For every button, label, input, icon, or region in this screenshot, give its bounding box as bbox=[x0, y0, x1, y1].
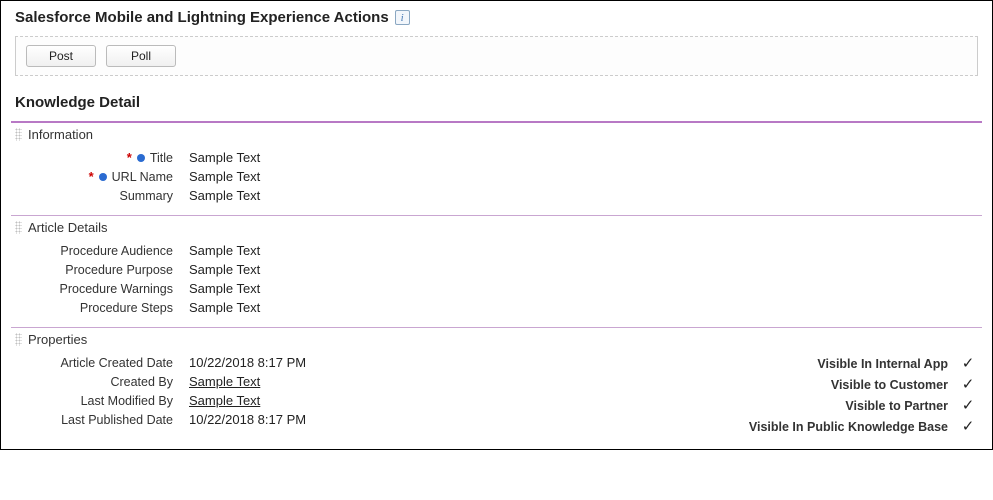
field-row: Article Created Date 10/22/2018 8:17 PM bbox=[1, 353, 728, 372]
properties-left-column: Article Created Date 10/22/2018 8:17 PM Cr… bbox=[1, 353, 728, 437]
field-label-text: Procedure Steps bbox=[80, 301, 173, 315]
field-label-text: Title bbox=[150, 151, 173, 165]
field-label: Procedure Warnings bbox=[15, 282, 183, 296]
properties-layout: Article Created Date 10/22/2018 8:17 PM Cr… bbox=[1, 353, 992, 437]
visible-public-kb-check-icon: ✓ bbox=[958, 419, 978, 434]
field-procedure-warnings: Sample Text bbox=[183, 281, 260, 296]
info-icon[interactable]: i bbox=[395, 10, 410, 25]
field-label: Procedure Purpose bbox=[15, 263, 183, 277]
post-button[interactable]: Post bbox=[26, 45, 96, 67]
field-label: Last Published Date bbox=[15, 413, 183, 427]
field-label: Summary bbox=[15, 189, 183, 203]
field-row: Procedure Warnings Sample Text bbox=[1, 279, 992, 298]
section-header-information: Information bbox=[1, 123, 992, 148]
actions-box: Post Poll bbox=[15, 36, 978, 76]
section-heading-text: Properties bbox=[28, 332, 87, 347]
field-row: Procedure Steps Sample Text bbox=[1, 298, 992, 317]
field-label-text: Created By bbox=[110, 375, 173, 389]
section-heading-text: Information bbox=[28, 127, 93, 142]
section-header-properties: Properties bbox=[1, 328, 992, 353]
article-details-fields: Procedure AudienceSample TextProcedure P… bbox=[1, 241, 992, 317]
visibility-row: Visible to Partner ✓ bbox=[728, 395, 978, 416]
field-label-text: Last Published Date bbox=[61, 413, 173, 427]
actions-title-row: Salesforce Mobile and Lightning Experien… bbox=[15, 9, 978, 26]
required-star-icon: * bbox=[127, 151, 132, 164]
field-article-created-date: 10/22/2018 8:17 PM bbox=[183, 355, 306, 370]
information-fields: *TitleSample Text*URL NameSample TextSum… bbox=[1, 148, 992, 205]
field-row: Procedure Purpose Sample Text bbox=[1, 260, 992, 279]
field-label-text: Article Created Date bbox=[60, 356, 173, 370]
field-label-text: Summary bbox=[120, 189, 173, 203]
field-procedure-audience: Sample Text bbox=[183, 243, 260, 258]
field-row: Summary Sample Text bbox=[1, 186, 992, 205]
field-label-text: Procedure Audience bbox=[60, 244, 173, 258]
field-label: Procedure Steps bbox=[15, 301, 183, 315]
field-label: Procedure Audience bbox=[15, 244, 183, 258]
grip-icon bbox=[15, 128, 22, 141]
visible-internal-app-check-icon: ✓ bbox=[958, 356, 978, 371]
field-label-text: Last Modified By bbox=[81, 394, 173, 408]
visible-customer-check-icon: ✓ bbox=[958, 377, 978, 392]
field-label: * Title bbox=[15, 151, 183, 165]
field-row: Last Modified By Sample Text bbox=[1, 391, 728, 410]
visible-internal-app-label: Visible In Internal App bbox=[728, 357, 948, 371]
field-url-name: Sample Text bbox=[183, 169, 260, 184]
field-title: Sample Text bbox=[183, 150, 260, 165]
field-last-published-date: 10/22/2018 8:17 PM bbox=[183, 412, 306, 427]
grip-icon bbox=[15, 333, 22, 346]
field-label: Article Created Date bbox=[15, 356, 183, 370]
field-label: Created By bbox=[15, 375, 183, 389]
actions-panel: Salesforce Mobile and Lightning Experien… bbox=[1, 9, 992, 76]
field-indicator-icon bbox=[99, 173, 107, 181]
visibility-row: Visible In Internal App ✓ bbox=[728, 353, 978, 374]
visible-partner-check-icon: ✓ bbox=[958, 398, 978, 413]
field-label: Last Modified By bbox=[15, 394, 183, 408]
field-label: * URL Name bbox=[15, 170, 183, 184]
field-summary: Sample Text bbox=[183, 188, 260, 203]
visibility-row: Visible to Customer ✓ bbox=[728, 374, 978, 395]
field-indicator-icon bbox=[137, 154, 145, 162]
field-row: Procedure Audience Sample Text bbox=[1, 241, 992, 260]
visible-customer-label: Visible to Customer bbox=[728, 378, 948, 392]
field-last-modified-by[interactable]: Sample Text bbox=[183, 393, 260, 408]
field-label-text: Procedure Warnings bbox=[60, 282, 173, 296]
section-header-article-details: Article Details bbox=[1, 216, 992, 241]
field-created-by[interactable]: Sample Text bbox=[183, 374, 260, 389]
section-heading-text: Article Details bbox=[28, 220, 107, 235]
field-procedure-purpose: Sample Text bbox=[183, 262, 260, 277]
grip-icon bbox=[15, 221, 22, 234]
field-procedure-steps: Sample Text bbox=[183, 300, 260, 315]
field-label-text: URL Name bbox=[112, 170, 173, 184]
properties-right-column: Visible In Internal App✓Visible to Custo… bbox=[728, 353, 978, 437]
field-row: * Title Sample Text bbox=[1, 148, 992, 167]
actions-title: Salesforce Mobile and Lightning Experien… bbox=[15, 9, 389, 26]
required-star-icon: * bbox=[89, 170, 94, 183]
poll-button[interactable]: Poll bbox=[106, 45, 176, 67]
visible-partner-label: Visible to Partner bbox=[728, 399, 948, 413]
visibility-row: Visible In Public Knowledge Base ✓ bbox=[728, 416, 978, 437]
visible-public-kb-label: Visible In Public Knowledge Base bbox=[728, 420, 948, 434]
field-label-text: Procedure Purpose bbox=[65, 263, 173, 277]
detail-title: Knowledge Detail bbox=[1, 94, 992, 117]
field-row: Created By Sample Text bbox=[1, 372, 728, 391]
field-row: * URL Name Sample Text bbox=[1, 167, 992, 186]
field-row: Last Published Date 10/22/2018 8:17 PM bbox=[1, 410, 728, 429]
